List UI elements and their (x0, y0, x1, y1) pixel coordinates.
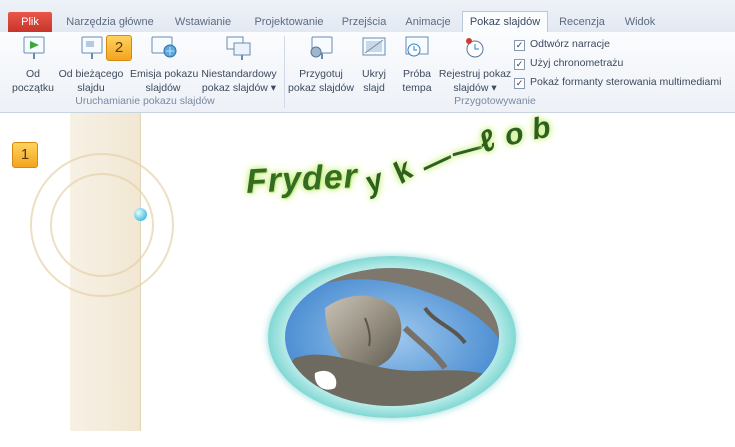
tab-insert[interactable]: Wstawianie (166, 12, 240, 32)
play-narrations-checkbox[interactable]: ✓ Odtwórz narracje (514, 38, 610, 51)
play-narrations-label: Odtwórz narracje (530, 38, 610, 50)
show-media-controls-label: Pokaż formanty sterowania multimediami (530, 76, 722, 88)
decorative-bead (134, 208, 147, 221)
rehearse-timings-button[interactable]: Próba tempa (399, 35, 435, 94)
hide-slide-button[interactable]: Ukryj slajd (358, 35, 390, 94)
record-slide-show-icon (466, 38, 484, 58)
tab-animations[interactable]: Animacje (398, 12, 458, 32)
rehearse-timings-icon (405, 36, 429, 57)
tab-view[interactable]: Widok (614, 12, 666, 32)
from-beginning-button[interactable]: Od początku (8, 35, 58, 94)
broadcast-label-1: Emisja pokazu (130, 68, 199, 80)
from-beginning-label-2: początku (11, 82, 55, 94)
tab-transitions[interactable]: Przejścia (334, 12, 394, 32)
start-group-label: Uruchamianie pokazu slajdów (75, 95, 215, 107)
from-current-slide-label-2: slajdu (77, 82, 105, 94)
record-slide-show-button[interactable]: Rejestruj pokaz slajdów ▾ (438, 35, 512, 94)
broadcast-label-2: slajdów (145, 82, 181, 94)
broadcast-slide-show-button[interactable]: Emisja pokazu slajdów (130, 35, 199, 94)
rehearse-timings-label-2: tempa (402, 82, 432, 94)
group-separator (284, 36, 285, 108)
set-up-show-icon (310, 36, 333, 59)
setup-group-label: Przygotowywanie (454, 95, 536, 107)
custom-show-label-2: pokaz slajdów ▾ (201, 82, 277, 94)
callout-badge-1: 1 (12, 142, 38, 168)
slide-decorative-strip (30, 113, 174, 431)
chopin-monument-photo[interactable] (285, 268, 499, 406)
broadcast-icon (151, 36, 177, 58)
custom-slide-show-button[interactable]: Niestandardowy pokaz slajdów ▾ (200, 35, 278, 94)
set-up-show-label-2: pokaz slajdów (288, 82, 354, 94)
checkbox-checked-icon: ✓ (514, 78, 525, 89)
tab-file[interactable]: Plik (8, 12, 52, 32)
hide-slide-label-1: Ukryj (362, 68, 386, 80)
custom-show-label-1: Niestandardowy (201, 68, 277, 80)
rehearse-timings-label-1: Próba (402, 68, 432, 80)
record-show-label-1: Rejestruj pokaz (438, 68, 512, 80)
set-up-slide-show-button[interactable]: Przygotuj pokaz slajdów (287, 35, 355, 94)
checkbox-checked-icon: ✓ (514, 40, 525, 51)
show-media-controls-checkbox[interactable]: ✓ Pokaż formanty sterowania multimediami (514, 76, 721, 89)
tab-design[interactable]: Projektowanie (246, 12, 332, 32)
from-beginning-label-1: Od (25, 68, 40, 80)
ribbon-tab-bar: Plik Narzędzia główne Wstawianie Projekt… (0, 0, 735, 34)
record-show-label-2: slajdów ▾ (453, 82, 497, 94)
use-timings-label: Użyj chronometrażu (530, 57, 624, 69)
callout-badge-2: 2 (106, 35, 132, 61)
tab-slide-show[interactable]: Pokaz slajdów (462, 11, 548, 34)
from-current-slide-label-1: Od bieżącego (58, 68, 124, 80)
decorative-arc (50, 173, 154, 277)
custom-show-icon (226, 36, 251, 60)
checkbox-checked-icon: ✓ (514, 59, 525, 70)
tab-home[interactable]: Narzędzia główne (62, 12, 158, 32)
hide-slide-icon (362, 37, 386, 56)
from-current-slide-icon (81, 36, 103, 59)
wordart-title[interactable]: Fryder (245, 157, 359, 202)
hide-slide-label-2: slajd (363, 82, 385, 94)
monument-photo-image (285, 268, 499, 406)
use-timings-checkbox[interactable]: ✓ Użyj chronometrażu (514, 57, 623, 70)
set-up-show-label-1: Przygotuj (299, 68, 343, 80)
from-beginning-icon (23, 36, 45, 59)
tab-review[interactable]: Recenzja (552, 12, 612, 32)
